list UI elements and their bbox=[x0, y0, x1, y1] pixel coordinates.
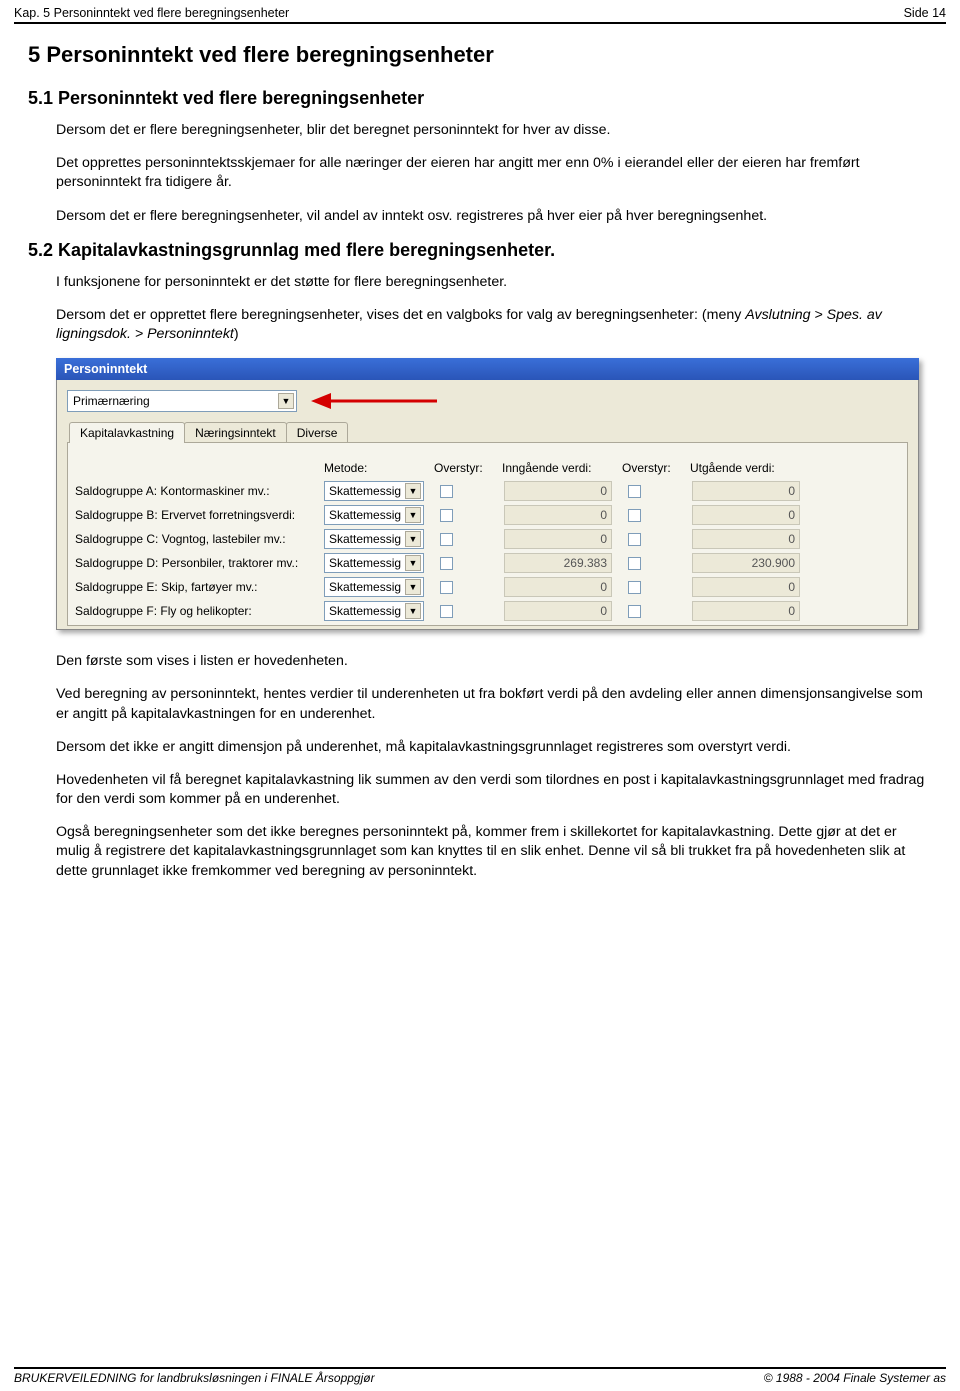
grid-header: Metode: Overstyr: Inngående verdi: Overs… bbox=[74, 461, 901, 475]
method-dropdown[interactable]: Skattemessig ▼ bbox=[324, 577, 424, 597]
window-titlebar: Personinntekt bbox=[56, 358, 919, 380]
col-overstyr: Overstyr: bbox=[622, 461, 690, 475]
dropdown-value: Skattemessig bbox=[329, 508, 401, 522]
red-arrow-icon bbox=[309, 390, 439, 412]
col-inngaende: Inngående verdi: bbox=[502, 461, 622, 475]
page-footer: BRUKERVEILEDNING for landbruksløsningen … bbox=[14, 1367, 946, 1385]
row-label: Saldogruppe E: Skip, fartøyer mv.: bbox=[74, 580, 324, 594]
paragraph: Dersom det er opprettet flere beregnings… bbox=[56, 306, 932, 344]
col-utgaende: Utgående verdi: bbox=[690, 461, 810, 475]
section-title-5: 5 Personinntekt ved flere beregningsenhe… bbox=[28, 42, 932, 68]
incoming-value-input: 0 bbox=[504, 505, 612, 525]
dropdown-value: Skattemessig bbox=[329, 556, 401, 570]
outgoing-value-input: 0 bbox=[692, 601, 800, 621]
incoming-value-input: 0 bbox=[504, 481, 612, 501]
method-dropdown[interactable]: Skattemessig ▼ bbox=[324, 553, 424, 573]
method-dropdown[interactable]: Skattemessig ▼ bbox=[324, 529, 424, 549]
paragraph: Også beregningsenheter som det ikke bere… bbox=[56, 823, 932, 881]
tab-panel: Metode: Overstyr: Inngående verdi: Overs… bbox=[67, 442, 908, 626]
chevron-down-icon: ▼ bbox=[405, 555, 421, 571]
tab-naeringsinntekt[interactable]: Næringsinntekt bbox=[184, 422, 287, 443]
outgoing-value-input: 0 bbox=[692, 577, 800, 597]
override-checkbox[interactable] bbox=[628, 485, 641, 498]
page-header: Kap. 5 Personinntekt ved flere beregning… bbox=[0, 0, 960, 22]
row-label: Saldogruppe A: Kontormaskiner mv.: bbox=[74, 484, 324, 498]
paragraph: Dersom det er flere beregningsenheter, v… bbox=[56, 207, 932, 226]
col-metode: Metode: bbox=[324, 461, 434, 475]
row-label: Saldogruppe B: Ervervet forretningsverdi… bbox=[74, 508, 324, 522]
section-title-5-2: 5.2 Kapitalavkastningsgrunnlag med flere… bbox=[28, 240, 932, 261]
footer-right: © 1988 - 2004 Finale Systemer as bbox=[764, 1371, 946, 1385]
row-label: Saldogruppe C: Vogntog, lastebiler mv.: bbox=[74, 532, 324, 546]
override-checkbox[interactable] bbox=[440, 557, 453, 570]
incoming-value-input: 269.383 bbox=[504, 553, 612, 573]
chevron-down-icon: ▼ bbox=[278, 393, 294, 409]
page-number: Side 14 bbox=[904, 6, 946, 20]
override-checkbox[interactable] bbox=[440, 533, 453, 546]
paragraph: Ved beregning av personinntekt, hentes v… bbox=[56, 685, 932, 723]
dropdown-value: Primærnæring bbox=[73, 394, 150, 408]
method-dropdown[interactable]: Skattemessig ▼ bbox=[324, 505, 424, 525]
paragraph: Den første som vises i listen er hoveden… bbox=[56, 652, 932, 671]
chevron-down-icon: ▼ bbox=[405, 531, 421, 547]
outgoing-value-input: 0 bbox=[692, 529, 800, 549]
grid-row: Saldogruppe A: Kontormaskiner mv.:Skatte… bbox=[74, 479, 901, 503]
grid-row: Saldogruppe E: Skip, fartøyer mv.:Skatte… bbox=[74, 575, 901, 599]
incoming-value-input: 0 bbox=[504, 601, 612, 621]
override-checkbox[interactable] bbox=[628, 605, 641, 618]
override-checkbox[interactable] bbox=[628, 509, 641, 522]
footer-left: BRUKERVEILEDNING for landbruksløsningen … bbox=[14, 1371, 375, 1385]
dropdown-value: Skattemessig bbox=[329, 532, 401, 546]
window-body: Primærnæring ▼ Kapitalavkastning Nærings… bbox=[56, 380, 919, 630]
override-checkbox[interactable] bbox=[628, 557, 641, 570]
dropdown-value: Skattemessig bbox=[329, 604, 401, 618]
section-title-5-1: 5.1 Personinntekt ved flere beregningsen… bbox=[28, 88, 932, 109]
tab-strip: Kapitalavkastning Næringsinntekt Diverse bbox=[67, 422, 908, 443]
paragraph: Hovedenheten vil få beregnet kapitalavka… bbox=[56, 771, 932, 809]
app-screenshot: Personinntekt Primærnæring ▼ Kapitalavka… bbox=[56, 358, 919, 630]
incoming-value-input: 0 bbox=[504, 577, 612, 597]
incoming-value-input: 0 bbox=[504, 529, 612, 549]
outgoing-value-input: 230.900 bbox=[692, 553, 800, 573]
paragraph: Det opprettes personinntektsskjemaer for… bbox=[56, 154, 932, 192]
header-divider bbox=[14, 22, 946, 24]
override-checkbox[interactable] bbox=[440, 509, 453, 522]
chapter-label: Kap. 5 Personinntekt ved flere beregning… bbox=[14, 6, 289, 20]
grid-row: Saldogruppe C: Vogntog, lastebiler mv.:S… bbox=[74, 527, 901, 551]
grid-row: Saldogruppe F: Fly og helikopter:Skattem… bbox=[74, 599, 901, 623]
paragraph: I funksjonene for personinntekt er det s… bbox=[56, 273, 932, 292]
paragraph: Dersom det ikke er angitt dimensjon på u… bbox=[56, 738, 932, 757]
row-label: Saldogruppe D: Personbiler, traktorer mv… bbox=[74, 556, 324, 570]
override-checkbox[interactable] bbox=[628, 581, 641, 594]
override-checkbox[interactable] bbox=[440, 485, 453, 498]
tab-diverse[interactable]: Diverse bbox=[286, 422, 349, 443]
col-overstyr: Overstyr: bbox=[434, 461, 502, 475]
override-checkbox[interactable] bbox=[628, 533, 641, 546]
chevron-down-icon: ▼ bbox=[405, 483, 421, 499]
text: ) bbox=[234, 326, 239, 342]
unit-dropdown[interactable]: Primærnæring ▼ bbox=[67, 390, 297, 412]
outgoing-value-input: 0 bbox=[692, 481, 800, 501]
chevron-down-icon: ▼ bbox=[405, 603, 421, 619]
text: Dersom det er opprettet flere beregnings… bbox=[56, 307, 745, 323]
chevron-down-icon: ▼ bbox=[405, 507, 421, 523]
chevron-down-icon: ▼ bbox=[405, 579, 421, 595]
row-label: Saldogruppe F: Fly og helikopter: bbox=[74, 604, 324, 618]
override-checkbox[interactable] bbox=[440, 605, 453, 618]
outgoing-value-input: 0 bbox=[692, 505, 800, 525]
dropdown-value: Skattemessig bbox=[329, 580, 401, 594]
tab-kapitalavkastning[interactable]: Kapitalavkastning bbox=[69, 422, 185, 443]
dropdown-value: Skattemessig bbox=[329, 484, 401, 498]
method-dropdown[interactable]: Skattemessig ▼ bbox=[324, 481, 424, 501]
override-checkbox[interactable] bbox=[440, 581, 453, 594]
paragraph: Dersom det er flere beregningsenheter, b… bbox=[56, 121, 932, 140]
footer-divider bbox=[14, 1367, 946, 1369]
grid-row: Saldogruppe B: Ervervet forretningsverdi… bbox=[74, 503, 901, 527]
grid-row: Saldogruppe D: Personbiler, traktorer mv… bbox=[74, 551, 901, 575]
method-dropdown[interactable]: Skattemessig ▼ bbox=[324, 601, 424, 621]
